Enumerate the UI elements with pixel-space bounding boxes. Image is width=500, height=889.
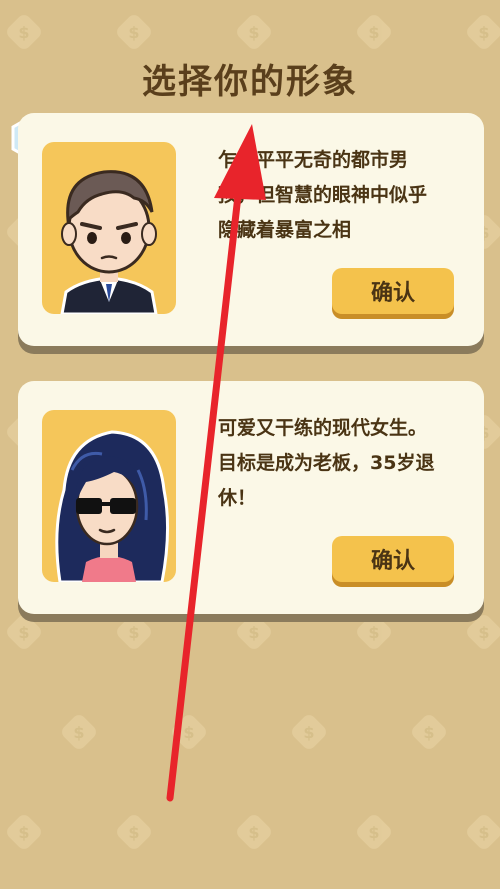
character-description: 可爱又干练的现代女生。目标是成为老板，35岁退休！ [218, 417, 435, 509]
dollar-coin-icon [59, 712, 99, 752]
page-title: 选择你的形象 [142, 62, 358, 102]
dollar-coin-icon [464, 12, 500, 52]
dollar-coin-icon [4, 12, 44, 52]
dollar-coin-icon [169, 712, 209, 752]
male-avatar-frame [42, 142, 176, 314]
dollar-coin-icon [114, 812, 154, 852]
dollar-coin-icon [4, 612, 44, 652]
female-avatar-frame [42, 410, 176, 582]
dollar-coin-icon [354, 812, 394, 852]
dollar-coin-icon [409, 712, 449, 752]
dollar-coin-icon [464, 812, 500, 852]
dollar-coin-icon [234, 12, 274, 52]
dollar-coin-icon [114, 12, 154, 52]
confirm-button-male[interactable]: 确认 [332, 268, 454, 314]
male-avatar [60, 170, 158, 314]
character-description: 乍看平平无奇的都市男孩，但智慧的眼神中似乎隐藏着暴富之相 [218, 149, 428, 241]
dollar-coin-icon [464, 612, 500, 652]
dollar-coin-icon [234, 812, 274, 852]
confirm-button-female[interactable]: 确认 [332, 536, 454, 582]
dollar-coin-icon [114, 612, 154, 652]
dollar-coin-icon [234, 612, 274, 652]
female-avatar [55, 430, 170, 582]
dollar-coin-icon [354, 612, 394, 652]
dollar-coin-icon [354, 12, 394, 52]
dollar-coin-icon [4, 812, 44, 852]
character-card-female: 可爱又干练的现代女生。目标是成为老板，35岁退休！ 确认 [18, 381, 484, 614]
dollar-coin-icon [289, 712, 329, 752]
character-card-male: 乍看平平无奇的都市男孩，但智慧的眼神中似乎隐藏着暴富之相 确认 [18, 113, 484, 346]
